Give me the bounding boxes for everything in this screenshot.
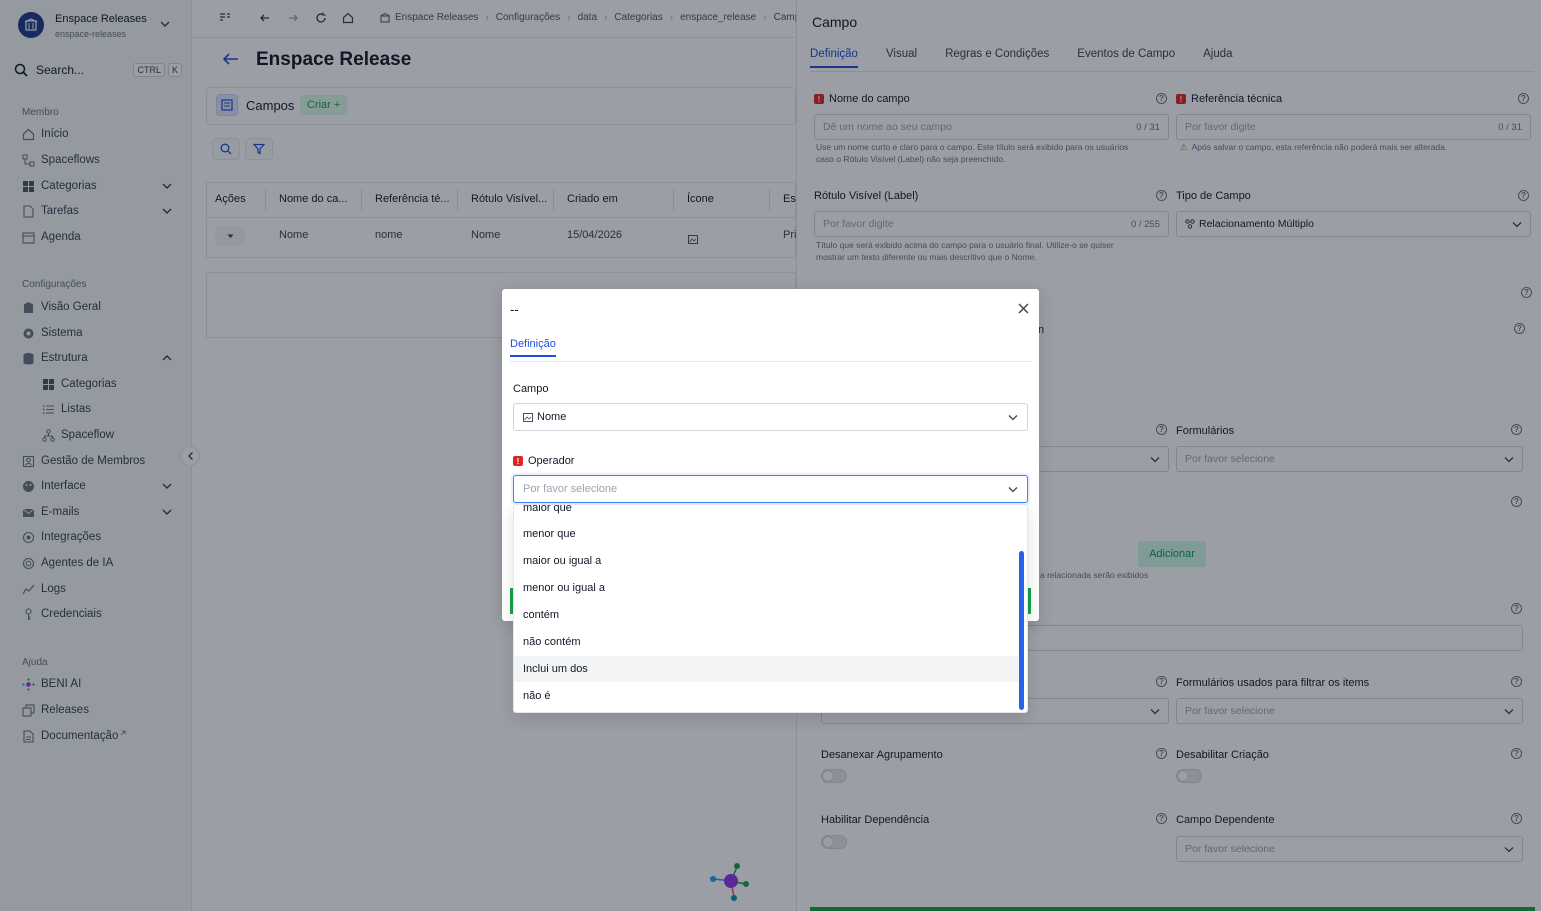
chevron-down-icon <box>1008 486 1018 492</box>
operador-label: ! Operador <box>513 455 574 467</box>
option-maior-que[interactable]: maior que <box>514 505 1019 521</box>
required-icon: ! <box>513 456 523 466</box>
modal-title: -- <box>510 302 519 317</box>
chevron-down-icon <box>1008 414 1018 420</box>
campo-select[interactable]: Nome <box>513 403 1028 431</box>
dropdown-scrollbar[interactable] <box>1019 551 1024 710</box>
image-icon <box>523 412 533 422</box>
option-menor-que[interactable]: menor que <box>514 521 1019 547</box>
option-nao-e[interactable]: não é <box>514 683 1019 709</box>
modal-button-edge[interactable] <box>1028 588 1031 614</box>
tabs-divider <box>510 361 1031 362</box>
placeholder: Por favor selecione <box>523 483 618 495</box>
tab-underline <box>510 355 556 357</box>
option-contem[interactable]: contém <box>514 602 1019 628</box>
select-value: Nome <box>537 411 567 423</box>
campo-label: Campo <box>513 383 549 395</box>
operador-dropdown: maior que menor que maior ou igual a men… <box>513 504 1028 713</box>
label-text: Operador <box>528 455 575 467</box>
option-inclui-um-dos[interactable]: Inclui um dos <box>514 656 1019 682</box>
tab-definicao[interactable]: Definição <box>510 338 556 350</box>
close-icon[interactable] <box>1018 303 1029 314</box>
option-maior-igual[interactable]: maior ou igual a <box>514 548 1019 574</box>
operador-select[interactable]: Por favor selecione <box>513 475 1028 503</box>
option-menor-igual[interactable]: menor ou igual a <box>514 575 1019 601</box>
option-nao-contem[interactable]: não contém <box>514 629 1019 655</box>
